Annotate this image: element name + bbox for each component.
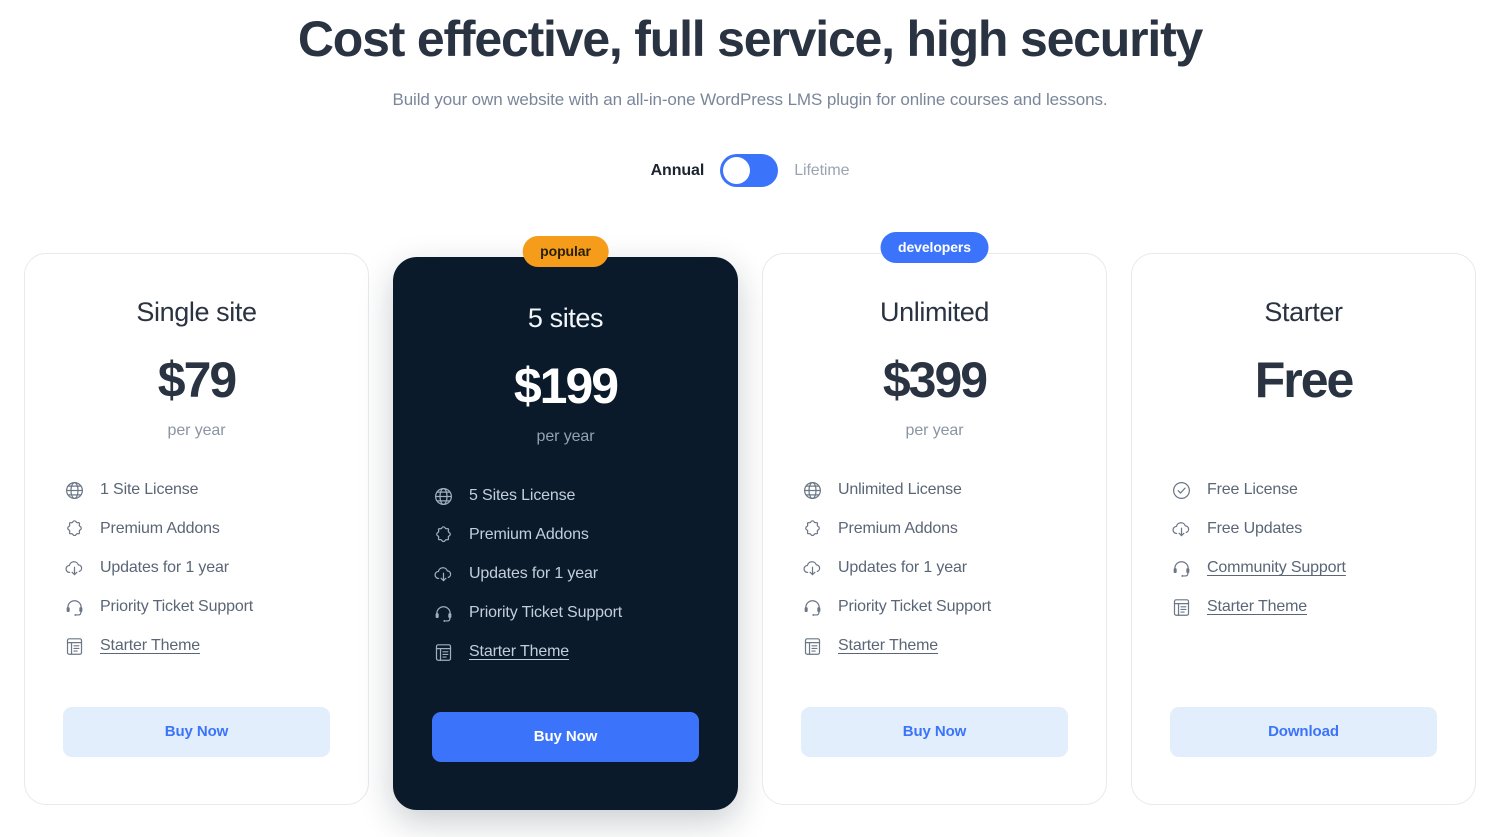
feature-item: Free License	[1170, 479, 1437, 501]
headset-icon	[63, 596, 85, 618]
plan-name: Starter	[1264, 297, 1343, 327]
feature-item: Premium Addons	[801, 518, 1068, 540]
globe-icon	[432, 485, 454, 507]
puzzle-icon	[63, 518, 85, 540]
plan-cta-button-starter[interactable]: Download	[1170, 707, 1437, 757]
feature-label[interactable]: Starter Theme	[100, 635, 200, 657]
pricing-card-unlimited: developers Unlimited $399 per year Unlimited…	[762, 232, 1107, 805]
cloud-download-icon	[801, 557, 823, 579]
plan-price: $79	[157, 352, 237, 408]
theme-document-icon	[63, 635, 85, 657]
feature-item: 5 Sites License	[432, 485, 699, 507]
feature-item: Free Updates	[1170, 518, 1437, 540]
plan-price: $399	[882, 352, 988, 408]
theme-document-icon	[1170, 596, 1192, 618]
feature-item: Premium Addons	[63, 518, 330, 540]
feature-label[interactable]: Starter Theme	[1207, 596, 1307, 618]
feature-item: Updates for 1 year	[63, 557, 330, 579]
feature-label: 1 Site License	[100, 481, 199, 498]
feature-item: Priority Ticket Support	[63, 596, 330, 618]
feature-label: Premium Addons	[838, 520, 958, 537]
feature-label: Free Updates	[1207, 520, 1303, 537]
cloud-download-icon	[432, 563, 454, 585]
billing-period-toggle[interactable]: Annual Lifetime	[0, 154, 1500, 187]
plan-cta-button-unlimited[interactable]: Buy Now	[801, 707, 1068, 757]
plan-badge-5-sites: popular	[522, 236, 609, 267]
feature-label: Unlimited License	[838, 481, 962, 498]
pricing-cards-row: Single site $79 per year 1 Site License Prem…	[0, 232, 1500, 810]
feature-item: Unlimited License	[801, 479, 1068, 501]
feature-label[interactable]: Starter Theme	[469, 641, 569, 663]
feature-item: Starter Theme	[1170, 596, 1437, 618]
feature-label: 5 Sites License	[469, 487, 576, 504]
plan-cta-wrap: Buy Now	[801, 707, 1068, 804]
plan-features-list: 5 Sites License Premium Addons Updates for…	[432, 485, 699, 663]
feature-label: Updates for 1 year	[469, 565, 598, 582]
feature-label: Premium Addons	[100, 520, 220, 537]
headset-icon	[801, 596, 823, 618]
feature-label: Updates for 1 year	[100, 559, 229, 576]
headset-icon	[1170, 557, 1192, 579]
feature-item: Starter Theme	[432, 641, 699, 663]
feature-label: Priority Ticket Support	[100, 598, 254, 615]
plan-name: Unlimited	[880, 297, 989, 327]
puzzle-icon	[432, 524, 454, 546]
plan-price: $199	[513, 358, 619, 414]
plan-cta-button-5-sites[interactable]: Buy Now	[432, 712, 699, 762]
feature-item: Starter Theme	[63, 635, 330, 657]
plan-period: per year	[536, 428, 595, 445]
globe-icon	[63, 479, 85, 501]
feature-item: Community Support	[1170, 557, 1437, 579]
page-title: Cost effective, full service, high secur…	[297, 11, 1203, 67]
plan-badge-unlimited: developers	[880, 232, 989, 263]
feature-label[interactable]: Starter Theme	[838, 635, 938, 657]
cloud-download-icon	[1170, 518, 1192, 540]
plan-features-list: 1 Site License Premium Addons Updates for …	[63, 479, 330, 657]
plan-period	[1170, 421, 1437, 441]
plan-period: per year	[167, 422, 226, 439]
billing-toggle-switch[interactable]	[720, 154, 779, 187]
cloud-download-icon	[63, 557, 85, 579]
feature-label: Premium Addons	[469, 526, 589, 543]
theme-document-icon	[432, 641, 454, 663]
feature-label: Free License	[1207, 481, 1298, 498]
page-header: Cost effective, full service, high secur…	[0, 0, 1500, 112]
globe-icon	[801, 479, 823, 501]
feature-label[interactable]: Community Support	[1207, 557, 1346, 579]
pricing-page: Cost effective, full service, high secur…	[0, 0, 1500, 837]
puzzle-icon	[801, 518, 823, 540]
feature-item: Updates for 1 year	[801, 557, 1068, 579]
plan-features-list: Unlimited License Premium Addons Updates f…	[801, 479, 1068, 657]
plan-cta-wrap: Buy Now	[63, 707, 330, 804]
feature-label: Updates for 1 year	[838, 559, 967, 576]
pricing-card-5-sites: popular 5 sites $199 per year 5 Sites Licens…	[393, 236, 738, 810]
theme-document-icon	[801, 635, 823, 657]
plan-cta-wrap: Download	[1170, 707, 1437, 804]
pricing-card-starter: Starter Free Free License Free Updates Commu…	[1131, 253, 1476, 805]
feature-item: Premium Addons	[432, 524, 699, 546]
feature-item: 1 Site License	[63, 479, 330, 501]
feature-item: Priority Ticket Support	[801, 596, 1068, 618]
feature-label: Priority Ticket Support	[838, 598, 992, 615]
feature-item: Updates for 1 year	[432, 563, 699, 585]
headset-icon	[432, 602, 454, 624]
billing-label-annual[interactable]: Annual	[651, 162, 705, 180]
plan-price: Free	[1254, 352, 1355, 408]
feature-label: Priority Ticket Support	[469, 604, 623, 621]
feature-item: Starter Theme	[801, 635, 1068, 657]
billing-label-lifetime[interactable]: Lifetime	[794, 162, 849, 180]
plan-cta-button-single-site[interactable]: Buy Now	[63, 707, 330, 757]
plan-features-list: Free License Free Updates Community Suppor…	[1170, 479, 1437, 618]
plan-name: 5 sites	[527, 303, 604, 333]
feature-item: Priority Ticket Support	[432, 602, 699, 624]
check-circle-icon	[1170, 479, 1192, 501]
plan-period: per year	[905, 422, 964, 439]
pricing-card-single-site: Single site $79 per year 1 Site License Prem…	[24, 253, 369, 805]
billing-toggle-knob	[723, 157, 751, 184]
page-subtitle: Build your own website with an all-in-on…	[392, 90, 1108, 109]
plan-cta-wrap: Buy Now	[432, 712, 699, 809]
plan-name: Single site	[136, 297, 257, 327]
